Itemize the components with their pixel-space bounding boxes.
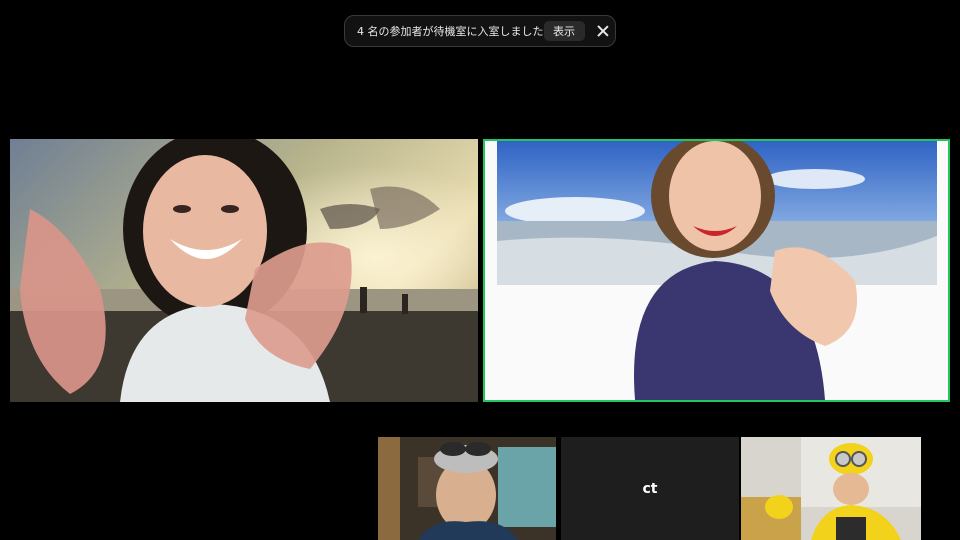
view-button[interactable]: 表示 [543, 21, 585, 41]
video-tile-thumbnail-1[interactable] [378, 437, 556, 540]
video-tile-main-left[interactable] [10, 139, 478, 402]
video-tile-main-right-active[interactable] [483, 139, 950, 402]
participant-video [378, 437, 556, 540]
video-tile-thumbnail-2[interactable]: ct [561, 437, 739, 540]
video-tile-thumbnail-3[interactable] [741, 437, 921, 540]
notification-message: 4 名の参加者が待機室に入室しました [357, 25, 544, 38]
meeting-stage: 4 名の参加者が待機室に入室しました 表示 ct [0, 0, 960, 540]
close-icon[interactable] [597, 25, 605, 37]
participant-video [741, 437, 921, 540]
participant-video [10, 139, 478, 402]
waiting-room-notification: 4 名の参加者が待機室に入室しました 表示 [344, 15, 616, 47]
participant-video [485, 141, 948, 400]
participant-name-label: ct [642, 480, 658, 497]
